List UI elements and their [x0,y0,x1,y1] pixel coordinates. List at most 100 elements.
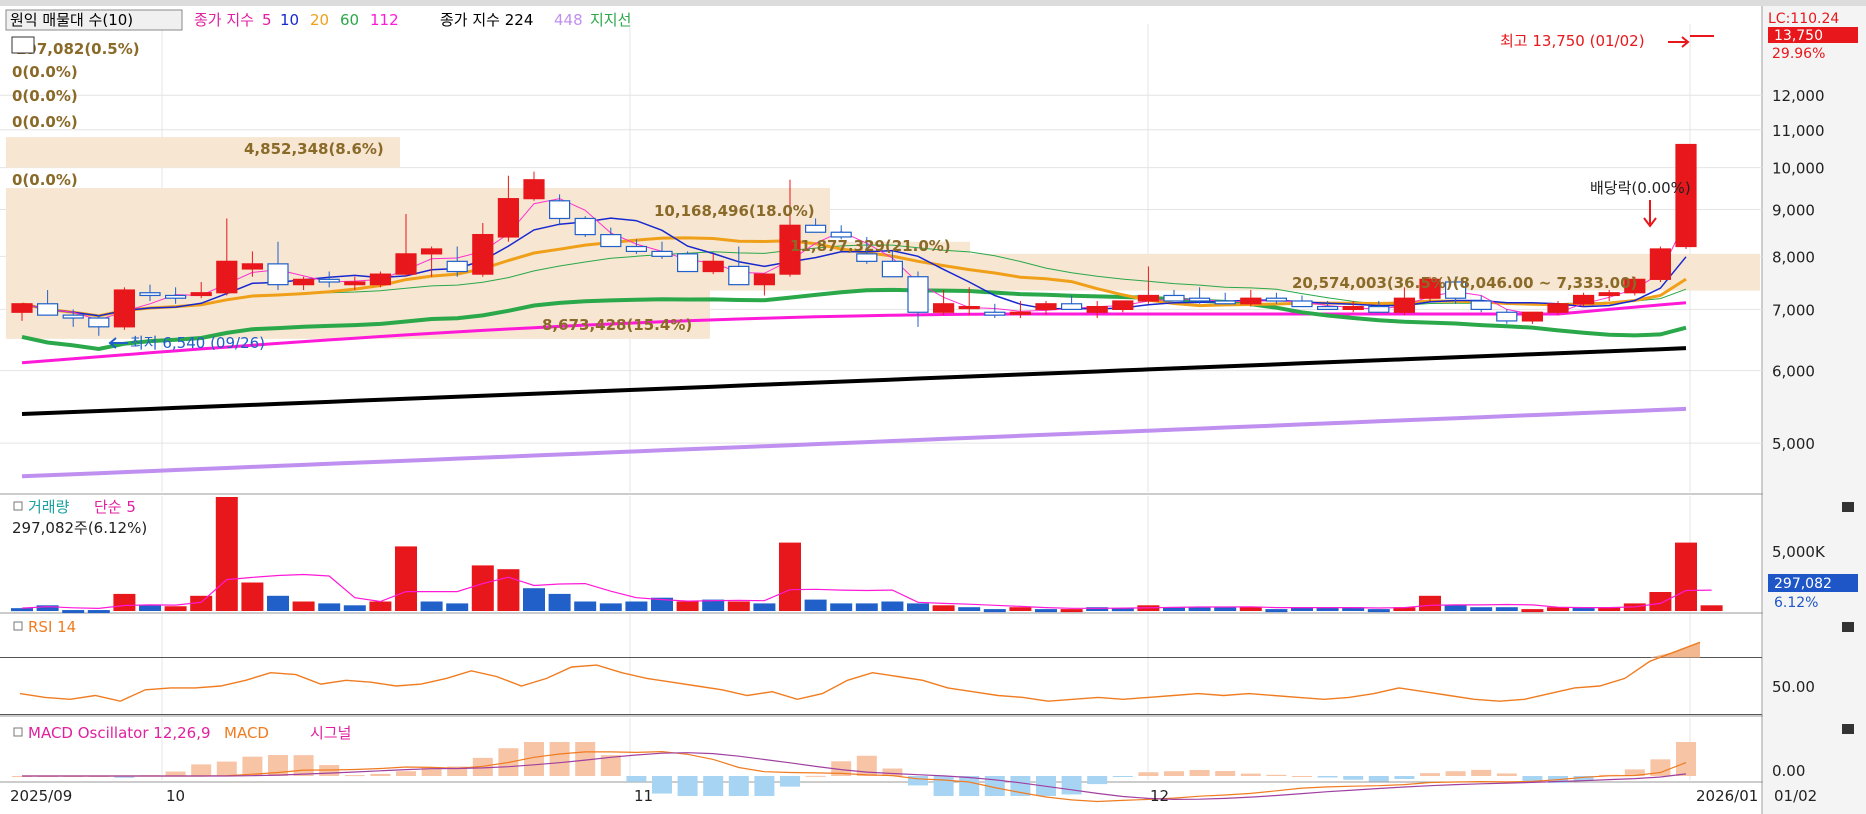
candle-up [1342,305,1364,311]
volume-bar [497,569,520,611]
macd-oscillator-bar [293,755,314,776]
volume-bar [11,608,33,612]
candle-down [1060,303,1083,311]
macd-oscillator-bar [1138,772,1159,776]
ma-112-label: 112 [370,11,399,29]
macd-oscillator-bar [959,776,980,796]
price-axis-tick: 8,000 [1772,248,1815,266]
candle-down [1316,305,1339,311]
macd-panel-close-icon[interactable] [1842,724,1854,734]
volume-bar [804,599,827,611]
macd-oscillator-bar [728,776,749,796]
candle-up [702,260,724,273]
candle-down [36,303,59,316]
volume-bar [1675,542,1697,611]
candle-up [523,179,545,200]
volume-bar [830,603,853,611]
rsi-panel-close-icon[interactable] [1842,622,1854,632]
rsi-panel-check[interactable] [13,621,23,631]
candle-down [267,263,289,286]
volume-bar [267,595,289,611]
volume-bar [241,582,264,611]
ma-224-label: 종가 지수 224 [440,11,533,29]
macd-oscillator-bar [933,776,954,796]
x-axis-right-date: 01/02 [1774,787,1817,805]
profile-label-10: 8,673,428(15.4%) [542,316,692,334]
axis-top-label: LC:110.24 [1768,11,1839,27]
candle-up [369,273,391,286]
candle-down [139,292,161,297]
profile-label-8: 11,877,329(21.0%) [790,237,951,255]
macd-panel-check[interactable] [13,727,23,737]
volume-bar [139,605,161,611]
candle-up [344,281,366,286]
macd-oscillator-bar [1368,776,1389,782]
macd-oscillator-bar [344,775,365,777]
volume-bar [676,601,699,611]
volume-bar [932,605,955,611]
macd-oscillator-bar [1676,742,1696,776]
volume-panel-check[interactable] [13,501,23,511]
candle-up [1137,294,1160,302]
candle-down [1291,300,1313,308]
price-axis-tick: 7,000 [1772,301,1815,319]
candle-down [1265,297,1288,302]
candle-up [1521,311,1544,322]
rsi-axis-tick: 50.00 [1772,678,1815,696]
profile-label-1: 297,082(0.5%) [16,40,140,58]
volume-bar [1060,609,1083,613]
candle-down [574,217,596,236]
x-label-10: 10 [166,787,185,805]
macd-oscillator-bar [370,773,391,776]
price-axis-tick: 10,000 [1772,160,1825,178]
macd-oscillator-bar [1189,770,1210,776]
volume-bar [753,603,776,611]
candle-down [600,233,622,248]
x-label-2025-09: 2025/09 [10,787,72,805]
volume-bar [1214,607,1237,611]
candle-down [548,200,571,220]
candle-up [497,198,519,238]
volume-bar [1470,607,1493,611]
macd-oscillator-bar [626,776,647,782]
volume-panel-ma: 단순 5 [94,498,136,516]
candle-down [1496,311,1518,322]
indicator-check-label[interactable]: 원익 매물대 수(10) [10,11,133,29]
volume-bar [1495,607,1518,611]
candle-up [293,278,315,286]
volume-bar [1367,609,1390,613]
macd-oscillator-bar [1496,773,1517,776]
candle-up [421,248,443,255]
candle-up [1112,300,1134,311]
volume-bar [113,593,136,611]
macd-oscillator-bar [165,771,186,776]
ex-dividend-annotation: 배당락(0.00%) [1590,179,1691,197]
candle-up [1009,311,1032,315]
candle-up [1572,294,1595,305]
candle-down [1214,300,1236,305]
volume-bar [395,546,417,611]
ma-5-label: 5 [262,11,272,29]
volume-bar [881,601,904,611]
price-axis-tick: 12,000 [1772,87,1825,105]
candle-down [984,311,1006,316]
volume-bar [855,603,878,611]
macd-oscillator-bar [1215,771,1236,776]
macd-oscillator-bar [1343,776,1364,780]
volume-bar [625,601,648,611]
volume-panel-value: 297,082주(6.12%) [12,519,147,537]
macd-oscillator-bar [754,776,775,796]
rsi-panel-title: RSI 14 [28,618,76,636]
volume-bar [907,603,929,611]
table-icon[interactable] [11,36,35,54]
volume-panel-close-icon[interactable] [1842,502,1854,512]
macd-oscillator-bar [1317,776,1338,778]
candle-down [1470,300,1492,311]
volume-bar [318,603,341,611]
x-label-12: 12 [1150,787,1169,805]
volume-bar [446,603,469,611]
macd-oscillator-bar [780,776,800,787]
stock-chart[interactable]: 원익 매물대 수(10) 종가 지수 5 10 20 60 112 종가 지수 … [0,0,1866,814]
macd-oscillator-bar [396,771,416,776]
candle-up [932,303,955,313]
